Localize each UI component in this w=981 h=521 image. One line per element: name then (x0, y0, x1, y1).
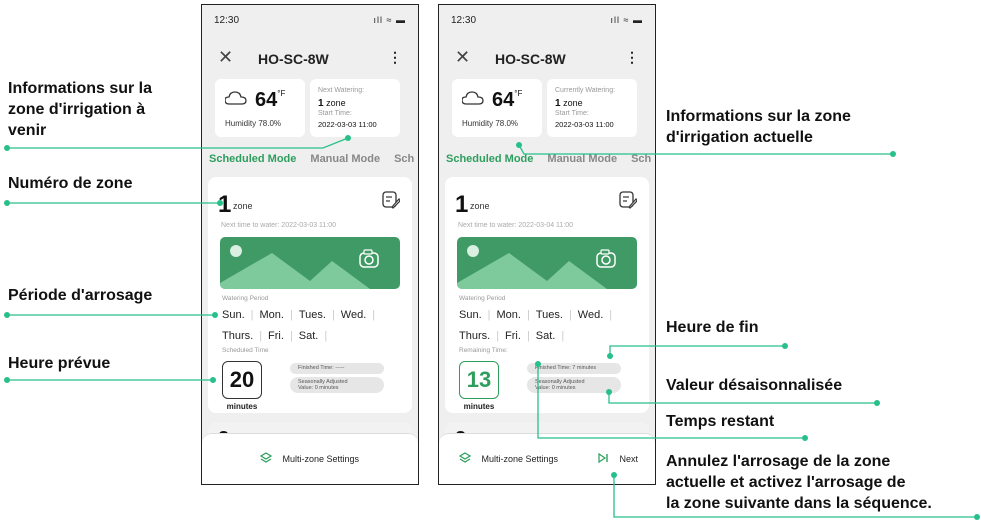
annotation-next-action: Annulez l'arrosage de la zone actuelle et… (666, 453, 932, 512)
annotation-zone-number: Numéro de zone (8, 175, 133, 192)
annotation-current-zone: Informations sur la zone d'irrigation act… (666, 108, 851, 146)
annotation-end-time: Heure de fin (666, 319, 759, 336)
annotation-upcoming-zone: Informations sur la zone d'irrigation à ve… (8, 80, 153, 139)
annotation-deseasonalized: Valeur désaisonnalisée (666, 377, 843, 394)
annotation-scheduled-time: Heure prévue (8, 355, 111, 372)
annotation-remaining-time: Temps restant (666, 413, 775, 430)
annotation-watering-period: Période d'arrosage (8, 287, 153, 304)
